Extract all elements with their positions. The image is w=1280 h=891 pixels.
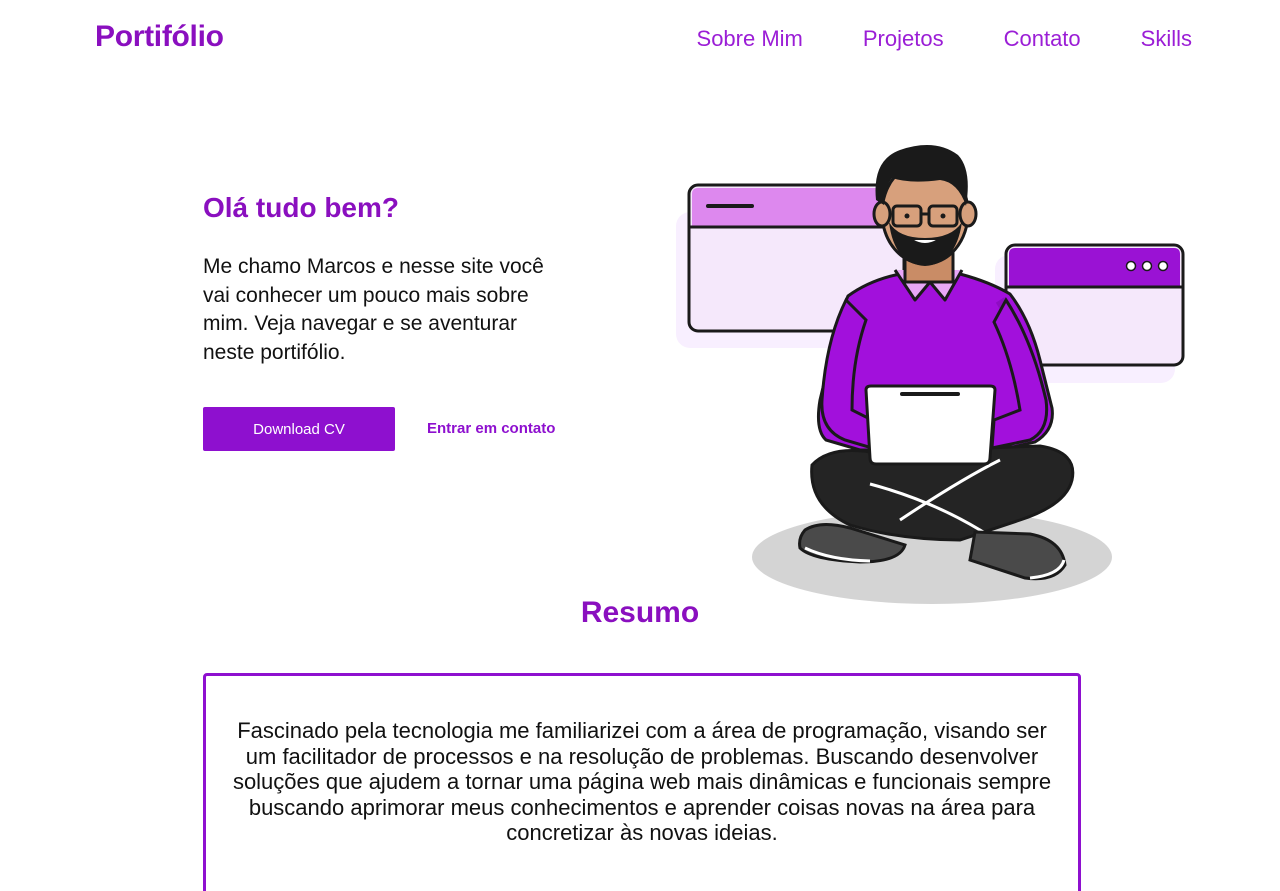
hero-title: Olá tudo bem? [203, 192, 399, 223]
hero-description: Me chamo Marcos e nesse site você vai co… [203, 255, 544, 364]
nav-item-contato[interactable]: Contato [1004, 26, 1081, 52]
man-with-laptop-illustration [676, 145, 1185, 604]
nav-item-skills[interactable]: Skills [1141, 26, 1192, 52]
contact-link[interactable]: Entrar em contato [427, 420, 555, 437]
main-nav: Sobre Mim Projetos Contato Skills [637, 26, 1192, 52]
brand-logo[interactable]: Portifólio [95, 20, 224, 54]
nav-item-sobre-mim[interactable]: Sobre Mim [697, 26, 803, 52]
resumo-card: Fascinado pela tecnologia me familiarize… [203, 673, 1081, 891]
page: Portifólio Sobre Mim Projetos Contato Sk… [0, 0, 1280, 891]
hero-illustration [660, 135, 1200, 620]
resumo-title: Resumo [580, 596, 700, 629]
nav-item-projetos[interactable]: Projetos [863, 26, 944, 52]
download-cv-button[interactable]: Download CV [203, 407, 395, 451]
resumo-text: Fascinado pela tecnologia me familiarize… [232, 718, 1052, 845]
